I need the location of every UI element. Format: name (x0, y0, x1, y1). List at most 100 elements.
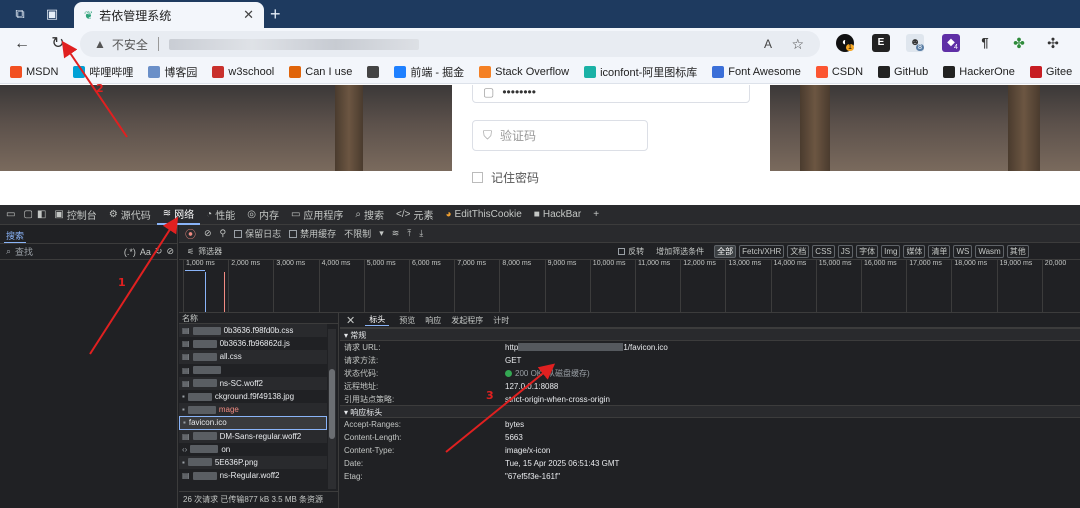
name-column-header[interactable]: 名称 (179, 313, 338, 324)
password-field[interactable]: ▢ •••••••• (472, 85, 750, 103)
preserve-log-checkbox[interactable]: 保留日志 (234, 227, 281, 240)
tab-memory[interactable]: ◎ 内存 (241, 205, 285, 225)
detail-tab[interactable]: 预览 (399, 315, 415, 326)
tab-cookie[interactable]: ◕ EditThisCookie (439, 205, 527, 225)
filter-chip[interactable]: CSS (812, 244, 835, 258)
download-icon[interactable]: ⤓ (419, 228, 423, 239)
throttle-select[interactable]: 不限制 (344, 227, 371, 240)
request-row[interactable]: ▪ mage (179, 403, 327, 417)
bookmark-w3school[interactable]: w3school (212, 65, 274, 78)
bookmark-hackerone[interactable]: HackerOne (943, 65, 1015, 78)
filter-chip[interactable]: Img (881, 244, 901, 258)
search-panel-tab[interactable]: 搜索 (4, 229, 27, 243)
general-section[interactable]: ▾ 常规 (340, 328, 1080, 341)
request-row[interactable]: ▤ 0b3636.fb96862d.js (179, 337, 327, 350)
more-filters-dropdown[interactable]: 增加筛选条件 (656, 246, 704, 257)
read-aloud-icon[interactable]: A (764, 37, 772, 51)
dock-icon[interactable]: ◧ (35, 205, 48, 225)
disable-cache-checkbox[interactable]: 禁用缓存 (289, 227, 336, 240)
device-toolbar-icon[interactable]: ▭ (0, 205, 21, 225)
new-tab-button[interactable]: + (270, 4, 281, 24)
remember-row[interactable]: 记住密码 (472, 169, 539, 186)
request-row[interactable]: ▤ ns-SC.woff2 (179, 376, 327, 390)
bookmark-globe[interactable] (367, 65, 380, 78)
filter-chip[interactable]: WS (953, 244, 973, 258)
tab-hackbar[interactable]: ■ HackBar (528, 205, 587, 225)
filter-chip[interactable]: 媒体 (903, 244, 926, 258)
clover-icon[interactable]: ✤ (1010, 34, 1028, 52)
case-toggle[interactable]: Aa (140, 247, 151, 257)
detail-tab[interactable]: 发起程序 (451, 315, 483, 326)
refresh-icon[interactable]: ↻ (155, 246, 163, 257)
search-input[interactable]: ⌕ 查找 (.*) Aa ↻ ⊘ (0, 243, 178, 260)
tab-wifi[interactable]: ≋ 网络 (156, 205, 201, 225)
tab-application[interactable]: ▭ 应用程序 (285, 205, 349, 225)
filter-icon[interactable]: ⚲ (220, 228, 227, 239)
bookmark-msdn[interactable]: MSDN (10, 65, 58, 78)
extensions-puzzle-icon[interactable]: ✣ (1044, 34, 1062, 52)
pilcrow-icon[interactable]: ¶ (976, 34, 994, 52)
request-row[interactable]: ▤ 0b3636.f98fd0b.css (179, 324, 327, 338)
extension-2-icon[interactable]: E (872, 34, 890, 52)
filter-input[interactable]: 筛选器 (198, 246, 618, 257)
tab-console[interactable]: ▣ 控制台 (48, 205, 102, 225)
tab-search[interactable]: ⌕ 搜索 (349, 205, 390, 225)
filter-chip[interactable]: 全部 (714, 244, 737, 258)
bookmark-iconfont[interactable]: iconfont-阿里图标库 (584, 64, 697, 80)
bookmark-caniuse[interactable]: Can I use (289, 65, 352, 78)
tab-elements[interactable]: </> 元素 (390, 205, 439, 225)
request-row[interactable]: ▪ 5E636P.png (179, 455, 327, 470)
address-bar[interactable]: ▲ 不安全 A ☆ (80, 31, 820, 57)
bookmark-fontawesome[interactable]: Font Awesome (712, 65, 801, 78)
record-icon[interactable]: ⦿ (185, 226, 196, 242)
filter-chip[interactable]: 清单 (928, 244, 951, 258)
request-row[interactable]: ▪ favicon.ico (179, 416, 327, 430)
inspect-icon[interactable]: ▢ (21, 205, 34, 225)
request-row[interactable]: ‹› on (179, 443, 327, 456)
request-row[interactable]: ▤ DM-Sans-regular.woff2 (179, 429, 327, 443)
tab-performance[interactable]: ◔ 性能 (200, 205, 241, 225)
response-headers-section[interactable]: ▾ 响应标头 (340, 405, 1080, 419)
bookmark-csdn[interactable]: CSDN (815, 65, 863, 78)
chevron-down-icon[interactable]: ▾ (379, 228, 384, 239)
regex-toggle[interactable]: (.*) (124, 247, 136, 257)
bookmark-gitee[interactable]: Gitee (1029, 65, 1072, 78)
tab-actions-icon[interactable]: ▣ (44, 6, 60, 22)
wifi-icon[interactable]: ≋ (392, 228, 400, 239)
filter-chip[interactable]: 其他 (1006, 244, 1029, 258)
detail-tab[interactable]: 响应 (425, 315, 441, 326)
clear-icon[interactable]: ⊘ (204, 228, 212, 239)
close-icon[interactable]: ✕ (243, 7, 254, 23)
tab-ruoyi[interactable]: ❦ 若依管理系统 ✕ (74, 2, 264, 28)
bookmark-stackoverflow[interactable]: Stack Overflow (479, 65, 569, 78)
bookmark-cnblogs[interactable]: 博客园 (148, 64, 197, 80)
filter-chip[interactable]: JS (837, 244, 854, 258)
favorite-star-icon[interactable]: ☆ (791, 36, 804, 53)
remember-checkbox[interactable] (472, 172, 483, 183)
scrollbar[interactable] (328, 329, 336, 489)
request-row[interactable]: ▪ ckground.f9f49138.jpg (179, 390, 327, 403)
bookmark-juejin[interactable]: 前端 - 掘金 (394, 64, 464, 80)
tab-sources[interactable]: ⚙ 源代码 (103, 205, 157, 225)
filter-chip[interactable]: 文档 (787, 244, 810, 258)
refresh-icon[interactable]: ↻ (48, 34, 68, 54)
bookmark-bilibili[interactable]: 哔哩哔哩 (73, 64, 133, 80)
back-icon[interactable]: ← (12, 34, 32, 54)
request-row[interactable]: ▤ (179, 364, 327, 377)
detail-tab[interactable]: 计时 (493, 315, 509, 326)
workspaces-icon[interactable]: ⧉ (12, 6, 28, 22)
add-tab-icon[interactable]: + (587, 205, 605, 225)
close-icon[interactable]: ✕ (346, 314, 355, 327)
captcha-field[interactable]: ⛉ 验证码 (472, 120, 648, 151)
clear-icon[interactable]: ⊘ (166, 246, 174, 257)
request-row[interactable]: ▤ all.css (179, 350, 327, 364)
filter-chip[interactable]: 字体 (856, 244, 879, 258)
filter-chip[interactable]: Fetch/XHR (739, 244, 785, 258)
detail-tab[interactable]: 标头 (365, 314, 390, 326)
invert-checkbox[interactable]: 反转 (618, 246, 644, 257)
filter-chip[interactable]: Wasm (975, 244, 1004, 258)
upload-icon[interactable]: ⤒ (407, 228, 411, 239)
bookmark-github[interactable]: GitHub (878, 65, 928, 78)
request-row[interactable]: ▤ ns-Regular.woff2 (179, 469, 327, 482)
scrollbar-thumb[interactable] (329, 369, 335, 439)
